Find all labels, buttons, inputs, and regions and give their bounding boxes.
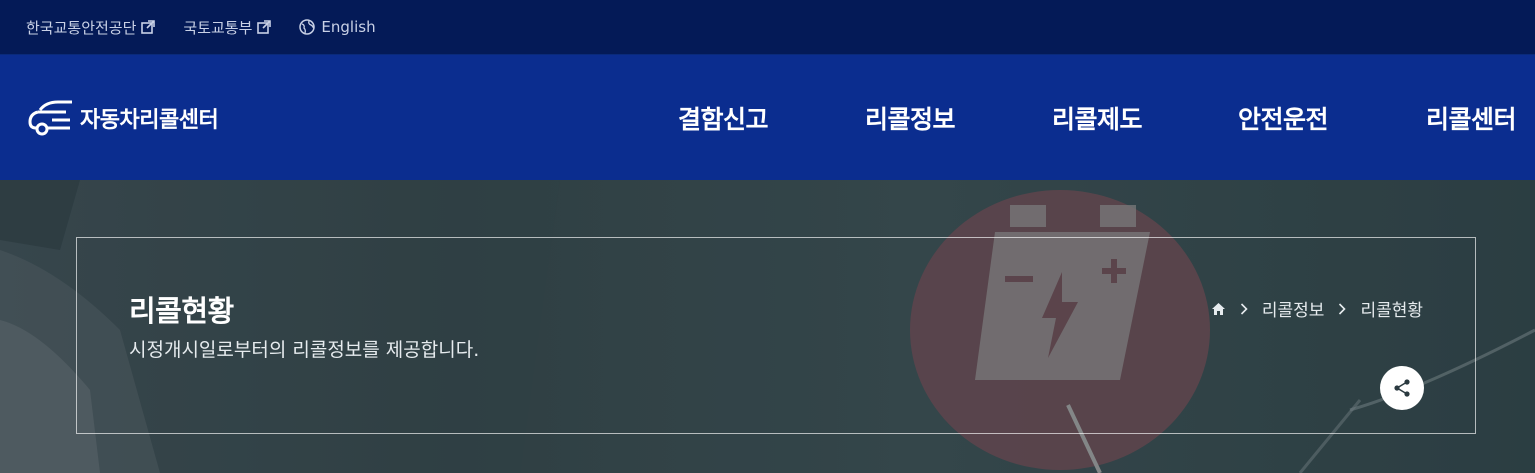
share-icon (1394, 379, 1410, 397)
nav-item-recall-center[interactable]: 리콜센터 (1426, 100, 1517, 136)
breadcrumb-separator (1338, 302, 1347, 315)
main-header: 자동차리콜센터 결함신고 리콜정보 리콜제도 안전운전 리콜센터 (0, 55, 1535, 180)
page-hero: 리콜현황 시정개시일로부터의 리콜정보를 제공합니다. 리콜정보 리콜현황 (0, 180, 1535, 473)
nav-item-safe-driving[interactable]: 안전운전 (1238, 100, 1329, 136)
utility-link-label: 국토교통부 (183, 18, 253, 37)
page-description: 시정개시일로부터의 리콜정보를 제공합니다. (129, 339, 480, 361)
home-icon (1211, 302, 1225, 315)
page-title-box: 리콜현황 시정개시일로부터의 리콜정보를 제공합니다. 리콜정보 리콜현황 (76, 237, 1476, 434)
nav-item-defect-report[interactable]: 결함신고 (678, 100, 769, 136)
utility-link-label: 한국교통안전공단 (26, 18, 137, 37)
external-link-icon (141, 20, 156, 34)
breadcrumb: 리콜정보 리콜현황 (1211, 296, 1423, 321)
main-navigation: 결함신고 리콜정보 리콜제도 안전운전 리콜센터 (0, 55, 1535, 180)
chevron-right-icon (1240, 302, 1248, 315)
nav-item-recall-system[interactable]: 리콜제도 (1052, 100, 1143, 136)
nav-item-recall-info[interactable]: 리콜정보 (865, 100, 956, 136)
breadcrumb-item-recall-info[interactable]: 리콜정보 (1262, 296, 1325, 321)
page-title: 리콜현황 (129, 294, 234, 328)
breadcrumb-home[interactable] (1211, 302, 1226, 316)
share-button[interactable] (1380, 366, 1424, 410)
external-link-icon (257, 20, 272, 34)
language-english-link[interactable]: English (299, 18, 376, 36)
chevron-right-icon (1339, 302, 1347, 315)
utility-link-label: English (321, 18, 376, 36)
globe-icon (299, 19, 316, 35)
breadcrumb-item-recall-status[interactable]: 리콜현황 (1360, 296, 1423, 321)
utility-link-kotsa[interactable]: 한국교통안전공단 (26, 17, 156, 38)
utility-bar: 한국교통안전공단 국토교통부 English (0, 0, 1535, 55)
breadcrumb-separator (1240, 302, 1248, 315)
utility-link-molit[interactable]: 국토교통부 (183, 17, 272, 38)
